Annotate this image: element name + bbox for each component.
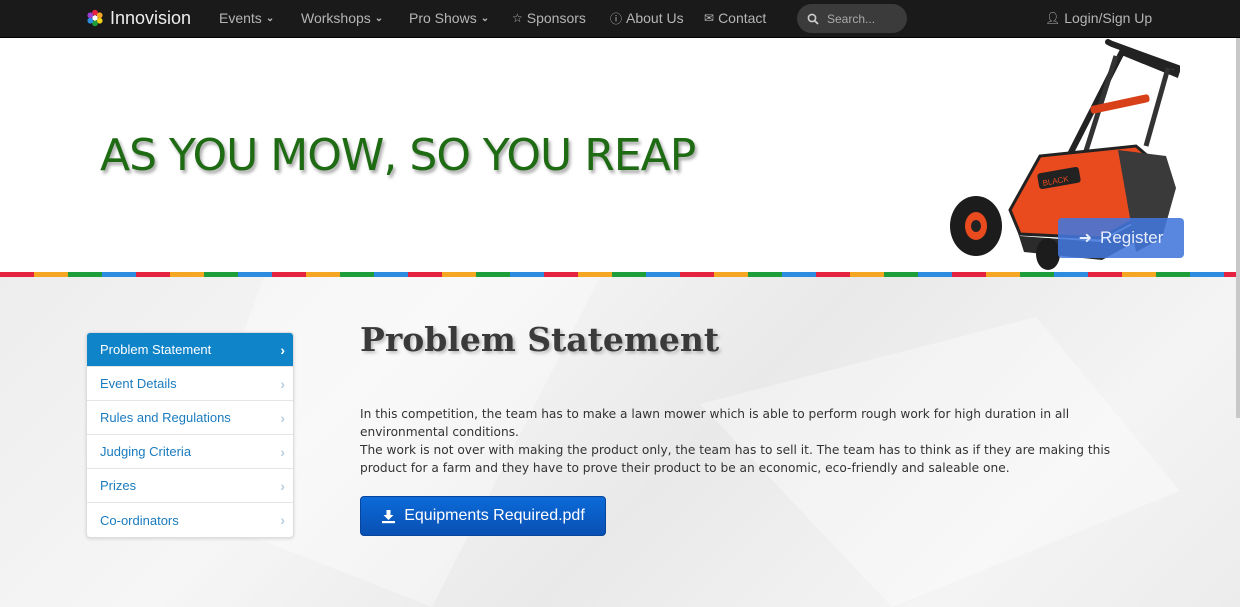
page-scrollbar[interactable]	[1236, 38, 1240, 418]
login-signup-link[interactable]: 👤︎ Login/Sign Up	[1045, 0, 1152, 36]
nav-contact[interactable]: ✉ Contact	[704, 0, 766, 36]
download-icon	[382, 509, 396, 523]
problem-paragraph-1: In this competition, the team has to mak…	[360, 407, 1070, 439]
chevron-right-icon: ›	[280, 443, 285, 460]
nav-events-label: Events	[219, 10, 262, 26]
search-box[interactable]	[797, 4, 907, 33]
nav-about-us-label: About Us	[626, 10, 684, 26]
star-icon: ☆	[512, 11, 523, 25]
chevron-right-icon: ›	[280, 409, 285, 426]
sidebar-item-label: Judging Criteria	[100, 444, 192, 459]
sidebar-item-judging-criteria[interactable]: Judging Criteria ›	[87, 435, 293, 469]
chevron-down-icon: ⌄	[265, 12, 275, 24]
search-input[interactable]	[827, 11, 897, 26]
nav-workshops-label: Workshops	[301, 10, 371, 26]
user-icon: 👤︎	[1045, 11, 1061, 25]
brand-link[interactable]: Innovision	[86, 0, 191, 36]
nav-workshops[interactable]: Workshops ⌄	[301, 0, 383, 36]
download-label: Equipments Required.pdf	[404, 507, 585, 524]
sidebar-item-label: Event Details	[100, 376, 177, 391]
sidebar-item-label: Co-ordinators	[100, 512, 179, 528]
sidebar-item-label: Rules and Regulations	[100, 410, 231, 425]
chevron-right-icon: ›	[280, 375, 285, 392]
sidebar-item-label: Problem Statement	[100, 342, 212, 357]
sidebar-item-co-ordinators[interactable]: Co-ordinators ›	[87, 503, 293, 537]
sidebar-item-problem-statement[interactable]: Problem Statement ›	[87, 333, 293, 367]
brand-logo-icon	[87, 9, 103, 27]
problem-description: In this competition, the team has to mak…	[360, 405, 1160, 477]
nav-events[interactable]: Events ⌄	[219, 0, 274, 36]
main-content-area: Problem Statement › Event Details › Rule…	[0, 277, 1240, 607]
sidebar-item-label: Prizes	[100, 478, 137, 493]
nav-pro-shows-label: Pro Shows	[409, 10, 477, 26]
nav-contact-label: Contact	[718, 10, 767, 26]
top-navbar: Innovision Events ⌄ Workshops ⌄ Pro Show…	[0, 0, 1240, 38]
envelope-icon: ✉	[704, 11, 715, 25]
hero-title: AS YOU MOW, SO YOU REAP	[100, 130, 696, 181]
brand-name: Innovision	[110, 7, 192, 28]
sidebar-item-prizes[interactable]: Prizes ›	[87, 469, 293, 503]
search-icon	[807, 13, 819, 25]
problem-paragraph-2: The work is not over with making the pro…	[360, 443, 1111, 475]
nav-about-us[interactable]: ⓘ About Us	[610, 0, 684, 36]
chevron-down-icon: ⌄	[480, 12, 490, 24]
sidebar-item-rules-and-regulations[interactable]: Rules and Regulations ›	[87, 401, 293, 435]
register-button[interactable]: ➜ Register	[1058, 218, 1184, 258]
login-signup-label: Login/Sign Up	[1064, 10, 1153, 26]
chevron-right-icon: ›	[280, 341, 285, 358]
nav-sponsors-label: Sponsors	[526, 10, 586, 26]
hero-banner: AS YOU MOW, SO YOU REAP BLACK ➜ Register	[0, 38, 1240, 272]
chevron-down-icon: ⌄	[374, 12, 384, 24]
nav-pro-shows[interactable]: Pro Shows ⌄	[409, 0, 489, 36]
sidebar-item-event-details[interactable]: Event Details ›	[87, 367, 293, 401]
chevron-right-icon: ›	[280, 477, 285, 494]
sign-in-icon: ➜	[1078, 230, 1093, 247]
download-equipments-button[interactable]: Equipments Required.pdf	[360, 496, 606, 536]
register-label: Register	[1100, 228, 1164, 247]
page-title: Problem Statement	[360, 320, 720, 359]
info-icon: ⓘ	[610, 11, 623, 26]
chevron-right-icon: ›	[280, 512, 285, 528]
nav-sponsors[interactable]: ☆ Sponsors	[512, 0, 586, 36]
event-sidebar-menu: Problem Statement › Event Details › Rule…	[86, 332, 294, 538]
